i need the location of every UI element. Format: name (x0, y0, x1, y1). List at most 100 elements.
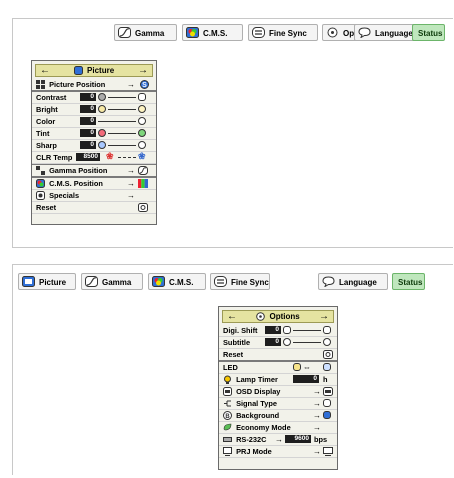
menu-item-osd-display[interactable]: OSD Display → (219, 386, 337, 398)
cms-icon (186, 27, 199, 38)
slider-track[interactable] (108, 133, 136, 134)
clr-temp-cool-icon: ❀ (138, 151, 146, 161)
options-menu: ← Options → Digi. Shift 0 Subtitle 0 Res… (218, 306, 338, 470)
tab-label: Gamma (102, 278, 132, 287)
arrow-right-icon: → (313, 411, 321, 420)
tab-status[interactable]: Status (392, 273, 425, 290)
menu-item-label: OSD Display (236, 387, 281, 396)
options-icon (256, 312, 266, 321)
background-color-icon (323, 411, 331, 419)
tab-label: C.M.S. (169, 278, 194, 287)
subtitle-high-icon (323, 338, 331, 346)
menu-item-label: Color (36, 117, 56, 126)
menu-item-reset[interactable]: Reset (219, 349, 337, 362)
slider-track[interactable] (293, 330, 321, 331)
tab-language[interactable]: Language (318, 273, 388, 290)
menu-item-picture-position[interactable]: Picture Position → S (32, 79, 156, 92)
tab-status[interactable]: Status (412, 24, 445, 41)
slider-track[interactable] (108, 145, 136, 146)
led-arrow-icon: ⇔ (303, 363, 311, 372)
menu-item-prj-mode[interactable]: PRJ Mode → (219, 446, 337, 458)
fine-sync-icon (252, 27, 265, 38)
subtitle-low-icon (283, 338, 291, 346)
arrow-right-icon: → (313, 387, 321, 396)
menu-item-clr-temp[interactable]: CLR Temp 8500 ❀ ❀ (32, 151, 156, 164)
menu-item-gamma-position[interactable]: Gamma Position → (32, 164, 156, 178)
gamma-icon (138, 166, 148, 175)
tab-picture[interactable]: Picture (18, 273, 76, 290)
tab-gamma[interactable]: Gamma (114, 24, 177, 41)
menu-item-label: CLR Temp (36, 153, 73, 162)
slider-track[interactable] (108, 97, 136, 98)
osd-display-icon (223, 387, 232, 396)
tab-label: Status (418, 29, 443, 38)
background-icon: B (223, 411, 232, 420)
arrow-right-icon: → (313, 423, 321, 432)
tab-label: Fine Sync (269, 29, 307, 38)
slider-track[interactable] (108, 109, 136, 110)
subtitle-value: 0 (265, 338, 281, 346)
digi-shift-low-icon (283, 326, 291, 334)
menu-item-tint[interactable]: Tint 0 (32, 128, 156, 140)
menu-item-rs232c[interactable]: RS-232C → 9600 bps (219, 434, 337, 446)
sharp-low-icon (98, 141, 106, 149)
menu-item-specials[interactable]: Specials → (32, 190, 156, 202)
contrast-low-icon (98, 93, 106, 101)
tint-red-icon (98, 129, 106, 137)
slider-track[interactable] (118, 157, 136, 159)
menu-item-digi-shift[interactable]: Digi. Shift 0 (219, 325, 337, 337)
economy-leaf-icon (223, 423, 232, 431)
picture-icon (22, 276, 35, 287)
led-off-icon (323, 363, 331, 371)
menu-item-label: Signal Type (236, 399, 277, 408)
menu-item-contrast[interactable]: Contrast 0 (32, 92, 156, 104)
tab-cms[interactable]: C.M.S. (148, 273, 206, 290)
picture-icon (73, 66, 83, 75)
fine-sync-icon (214, 276, 227, 287)
options-icon (327, 27, 338, 38)
tab-fine-sync[interactable]: Fine Sync (248, 24, 318, 41)
tint-value: 0 (80, 129, 96, 137)
tab-fine-sync[interactable]: Fine Sync (210, 273, 270, 290)
menu-item-background[interactable]: B Background → (219, 410, 337, 422)
menu-item-label: Gamma Position (49, 166, 108, 175)
tab-cms[interactable]: C.M.S. (182, 24, 243, 41)
menu-item-cms-position[interactable]: C.M.S. Position → (32, 178, 156, 190)
menu-item-color[interactable]: Color 0 (32, 116, 156, 128)
arrow-right-icon: → (127, 166, 135, 175)
menu-item-label: PRJ Mode (236, 447, 272, 456)
menu-item-label: Economy Mode (236, 423, 291, 432)
sun-high-icon (138, 105, 146, 113)
menu-item-lamp-timer[interactable]: Lamp Timer 0 h (219, 374, 337, 386)
gamma-icon (85, 276, 98, 287)
svg-text:S: S (142, 82, 147, 89)
right-arrow-icon[interactable]: → (138, 65, 148, 76)
menu-item-led[interactable]: LED ⇔ (219, 362, 337, 374)
right-arrow-icon[interactable]: → (319, 311, 329, 322)
tint-green-icon (138, 129, 146, 137)
menu-item-label: Lamp Timer (236, 375, 278, 384)
tab-label: Language (339, 278, 377, 287)
svg-text:B: B (225, 414, 230, 420)
menu-item-subtitle[interactable]: Subtitle 0 (219, 337, 337, 349)
menu-item-label: Digi. Shift (223, 326, 258, 335)
reset-enter-icon (138, 203, 148, 212)
menu-item-bright[interactable]: Bright 0 (32, 104, 156, 116)
clr-temp-warm-icon: ❀ (106, 151, 114, 161)
slider-track[interactable] (293, 342, 321, 343)
menu-title: Picture (87, 66, 115, 75)
slider-track[interactable] (98, 121, 136, 122)
arrow-right-icon: → (313, 399, 321, 408)
menu-item-signal-type[interactable]: Signal Type → (219, 398, 337, 410)
osd-icon (323, 387, 333, 396)
menu-item-label: LED (223, 363, 238, 372)
digi-shift-value: 0 (265, 326, 281, 334)
tab-gamma[interactable]: Gamma (81, 273, 143, 290)
rs232c-value: 9600 (285, 435, 311, 443)
tab-label: Fine Sync (231, 278, 269, 287)
tab-label: C.M.S. (203, 29, 228, 38)
menu-item-economy-mode[interactable]: Economy Mode → (219, 422, 337, 434)
menu-item-label: Reset (223, 350, 244, 359)
menu-item-reset[interactable]: Reset (32, 202, 156, 214)
menu-item-label: Picture Position (49, 80, 106, 89)
